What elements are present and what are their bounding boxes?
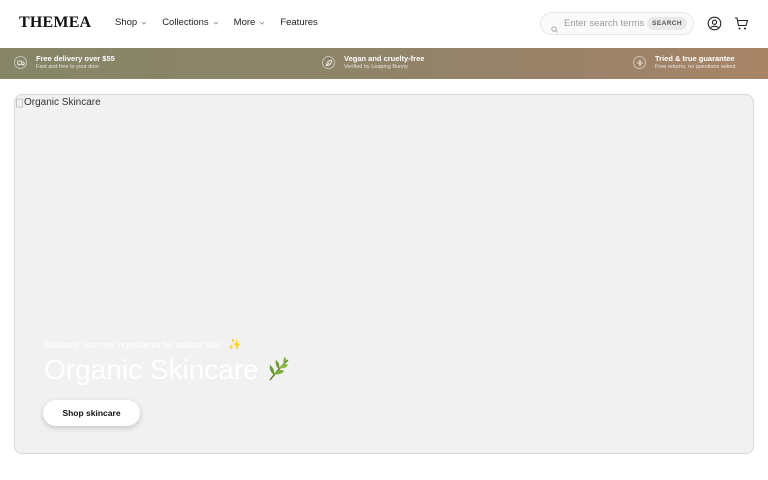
hero-title: Organic Skincare <box>44 354 293 386</box>
benefit-title: Vegan and cruelty-free <box>344 54 425 63</box>
benefit-delivery: Free delivery over $55 Fast and free to … <box>14 55 115 70</box>
nav-label: Collections <box>162 17 209 28</box>
sparkle-icon: ✨ <box>228 339 242 351</box>
leaf-icon <box>265 356 293 384</box>
hero-eyebrow: Naturally sourced ingredients for radian… <box>44 338 242 351</box>
broken-image-icon <box>16 98 24 108</box>
nav-label: Features <box>280 17 318 28</box>
main-nav: Shop Collections More Features <box>115 17 318 28</box>
chevron-down-icon <box>213 20 219 26</box>
hero-image-placeholder: Organic Skincare <box>16 97 101 108</box>
sparkle-icon <box>633 56 646 69</box>
benefit-subtitle: Fast and free to your door <box>36 63 100 70</box>
hero-eyebrow-text: Naturally sourced ingredients for radian… <box>44 339 223 350</box>
account-icon[interactable] <box>707 16 722 31</box>
search-button[interactable]: SEARCH <box>647 17 687 30</box>
delivery-truck-icon <box>14 56 27 69</box>
nav-label: Shop <box>115 17 138 28</box>
hero-title-text: Organic Skincare <box>44 354 259 385</box>
chevron-down-icon <box>259 20 265 26</box>
site-header: THEMEA Shop Collections More Features SE… <box>0 0 768 48</box>
leaf-icon <box>322 56 335 69</box>
benefit-title: Free delivery over $55 <box>36 54 115 63</box>
benefit-vegan: Vegan and cruelty-free Verified by Leapi… <box>322 55 424 70</box>
nav-item-collections[interactable]: Collections <box>162 17 218 28</box>
benefit-guarantee: Tried & true guarantee Free returns, no … <box>633 55 735 70</box>
cart-icon[interactable] <box>734 16 749 31</box>
logo[interactable]: THEMEA <box>19 14 91 32</box>
search-input[interactable] <box>564 18 646 29</box>
search-icon <box>551 20 558 33</box>
benefit-title: Tried & true guarantee <box>655 54 735 63</box>
nav-label: More <box>233 17 256 28</box>
chevron-down-icon <box>141 20 147 26</box>
search-box: SEARCH <box>540 12 694 35</box>
benefit-subtitle: Verified by Leaping Bunny <box>344 63 408 70</box>
benefits-bar: Free delivery over $55 Fast and free to … <box>0 48 768 79</box>
shop-skincare-button[interactable]: Shop skincare <box>43 400 140 426</box>
hero-banner: Organic Skincare Naturally sourced ingre… <box>14 94 754 454</box>
nav-item-shop[interactable]: Shop <box>115 17 147 28</box>
benefit-subtitle: Free returns, no questions asked <box>655 63 736 70</box>
nav-item-more[interactable]: More <box>234 17 266 28</box>
nav-item-features[interactable]: Features <box>280 17 318 28</box>
hero-image-alt: Organic Skincare <box>24 97 101 108</box>
